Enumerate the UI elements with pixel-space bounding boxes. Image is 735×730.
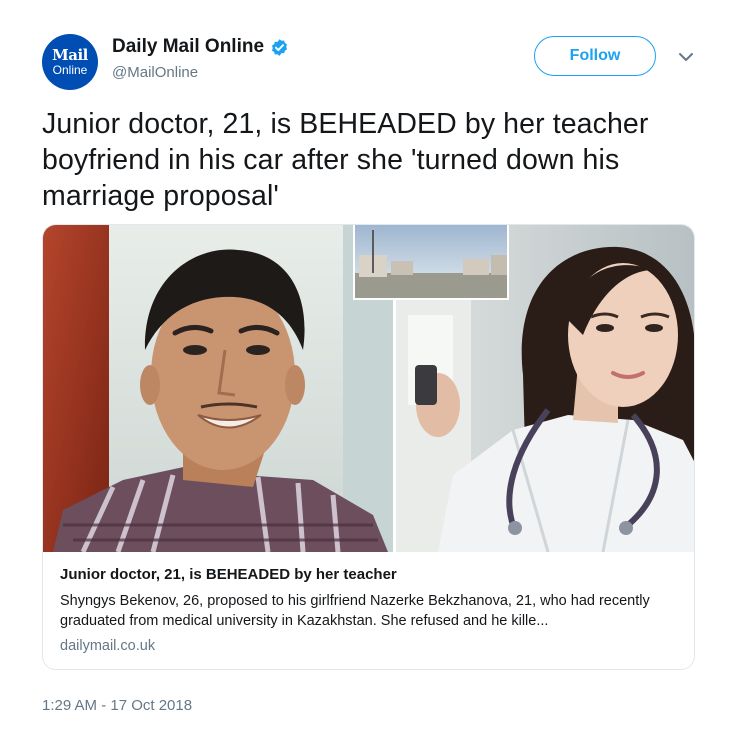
- card-meta: Junior doctor, 21, is BEHEADED by her te…: [60, 565, 685, 654]
- tweet-timestamp[interactable]: 1:29 AM - 17 Oct 2018: [42, 697, 192, 714]
- account-name-row[interactable]: Daily Mail Online: [112, 36, 289, 58]
- card-domain[interactable]: dailymail.co.uk: [60, 638, 685, 654]
- tweet-text: Junior doctor, 21, is BEHEADED by her te…: [42, 108, 649, 212]
- verified-badge-icon: [272, 38, 288, 56]
- tweet-container: Mail Online Daily Mail Online @MailOnlin…: [0, 0, 735, 730]
- link-card[interactable]: Junior doctor, 21, is BEHEADED by her te…: [42, 224, 695, 670]
- account-handle[interactable]: @MailOnline: [112, 64, 198, 81]
- avatar-logo-line2: Online: [52, 63, 88, 77]
- chevron-down-icon[interactable]: [678, 52, 694, 62]
- card-description: Shyngys Bekenov, 26, proposed to his gir…: [60, 593, 650, 629]
- avatar[interactable]: Mail Online: [42, 34, 98, 90]
- card-image: [43, 225, 694, 552]
- display-name[interactable]: Daily Mail Online: [112, 36, 264, 58]
- avatar-logo-line1: Mail: [52, 46, 88, 64]
- follow-button[interactable]: Follow: [534, 36, 656, 76]
- card-title[interactable]: Junior doctor, 21, is BEHEADED by her te…: [60, 565, 685, 585]
